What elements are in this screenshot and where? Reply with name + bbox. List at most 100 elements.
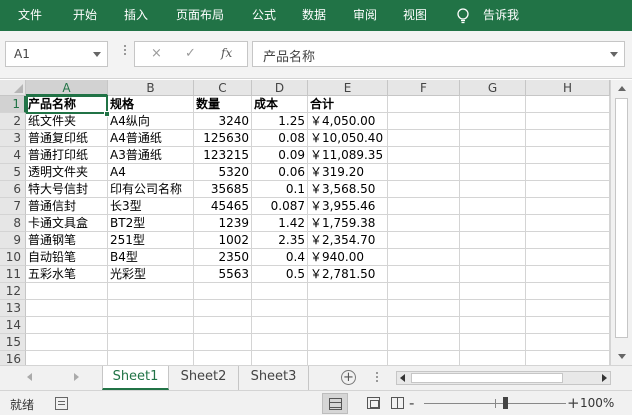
cell-f11[interactable] <box>388 266 460 283</box>
scroll-left-icon[interactable] <box>400 374 405 382</box>
row-header-14[interactable]: 14 <box>0 317 26 334</box>
expand-formula-bar-icon[interactable] <box>610 52 618 57</box>
row-header-6[interactable]: 6 <box>0 181 26 198</box>
cell-g4[interactable] <box>460 147 526 164</box>
cell-h10[interactable] <box>526 249 610 266</box>
cell-d3[interactable]: 0.08 <box>252 130 308 147</box>
cell-d5[interactable]: 0.06 <box>252 164 308 181</box>
cell-c3[interactable]: 125630 <box>194 130 252 147</box>
add-sheet-button[interactable]: + <box>341 370 356 385</box>
name-box[interactable]: A1 <box>5 41 108 67</box>
cell-b2[interactable]: A4纵向 <box>108 113 194 130</box>
page-layout-view-button[interactable] <box>361 393 387 414</box>
cell-g15[interactable] <box>460 334 526 351</box>
drag-handle-icon[interactable] <box>124 45 127 63</box>
cell-h6[interactable] <box>526 181 610 198</box>
row-header-12[interactable]: 12 <box>0 283 26 300</box>
cell-e9[interactable]: ￥2,354.70 <box>308 232 388 249</box>
cell-h8[interactable] <box>526 215 610 232</box>
tab-review[interactable]: 审阅 <box>353 0 377 31</box>
cell-f7[interactable] <box>388 198 460 215</box>
cell-h3[interactable] <box>526 130 610 147</box>
zoom-slider[interactable] <box>424 397 566 409</box>
row-header-2[interactable]: 2 <box>0 113 26 130</box>
tab-home[interactable]: 开始 <box>73 0 97 31</box>
cell-c15[interactable] <box>194 334 252 351</box>
row-header-5[interactable]: 5 <box>0 164 26 181</box>
cell-f9[interactable] <box>388 232 460 249</box>
tab-data[interactable]: 数据 <box>302 0 326 31</box>
cell-a2[interactable]: 纸文件夹 <box>26 113 108 130</box>
worksheet-grid[interactable]: A B C D E F G H 1 产品名称 规格 数量 成本 合计 2 纸文件夹 A4纵向 3240 1.25 ￥4… <box>0 80 610 365</box>
cell-d4[interactable]: 0.09 <box>252 147 308 164</box>
chevron-down-icon[interactable] <box>93 52 101 57</box>
scroll-up-icon[interactable] <box>618 86 626 91</box>
cell-b8[interactable]: BT2型 <box>108 215 194 232</box>
cell-h15[interactable] <box>526 334 610 351</box>
cell-f16[interactable] <box>388 351 460 365</box>
cell-e14[interactable] <box>308 317 388 334</box>
tab-insert[interactable]: 插入 <box>124 0 148 31</box>
cell-c11[interactable]: 5563 <box>194 266 252 283</box>
row-header-13[interactable]: 13 <box>0 300 26 317</box>
column-header-g[interactable]: G <box>460 80 526 96</box>
cell-g14[interactable] <box>460 317 526 334</box>
cell-c6[interactable]: 35685 <box>194 181 252 198</box>
cell-d7[interactable]: 0.087 <box>252 198 308 215</box>
cell-f6[interactable] <box>388 181 460 198</box>
cell-g16[interactable] <box>460 351 526 365</box>
cell-a14[interactable] <box>26 317 108 334</box>
cell-f12[interactable] <box>388 283 460 300</box>
cell-h13[interactable] <box>526 300 610 317</box>
row-header-9[interactable]: 9 <box>0 232 26 249</box>
cell-b3[interactable]: A4普通纸 <box>108 130 194 147</box>
horizontal-scroll-thumb[interactable] <box>411 373 563 383</box>
cell-e12[interactable] <box>308 283 388 300</box>
cell-e4[interactable]: ￥11,089.35 <box>308 147 388 164</box>
cell-e6[interactable]: ￥3,568.50 <box>308 181 388 198</box>
cell-b6[interactable]: 印有公司名称 <box>108 181 194 198</box>
cell-c16[interactable] <box>194 351 252 365</box>
cell-h16[interactable] <box>526 351 610 365</box>
lightbulb-icon[interactable] <box>456 8 470 24</box>
cell-a11[interactable]: 五彩水笔 <box>26 266 108 283</box>
cell-d15[interactable] <box>252 334 308 351</box>
row-header-16[interactable]: 16 <box>0 351 26 365</box>
column-header-b[interactable]: B <box>108 80 194 96</box>
cell-f5[interactable] <box>388 164 460 181</box>
cell-h11[interactable] <box>526 266 610 283</box>
cell-h7[interactable] <box>526 198 610 215</box>
cell-g10[interactable] <box>460 249 526 266</box>
page-break-view-button[interactable] <box>385 393 411 414</box>
cell-d1[interactable]: 成本 <box>252 96 308 113</box>
cell-c13[interactable] <box>194 300 252 317</box>
cell-c12[interactable] <box>194 283 252 300</box>
tab-page-layout[interactable]: 页面布局 <box>176 0 224 31</box>
cancel-icon[interactable]: × <box>151 46 162 61</box>
cell-f1[interactable] <box>388 96 460 113</box>
select-all-button[interactable] <box>0 80 26 96</box>
cell-d12[interactable] <box>252 283 308 300</box>
cell-b4[interactable]: A3普通纸 <box>108 147 194 164</box>
cell-b14[interactable] <box>108 317 194 334</box>
column-header-h[interactable]: H <box>526 80 610 96</box>
enter-icon[interactable]: ✓ <box>185 46 196 61</box>
cell-c14[interactable] <box>194 317 252 334</box>
row-header-3[interactable]: 3 <box>0 130 26 147</box>
cell-g2[interactable] <box>460 113 526 130</box>
cell-g13[interactable] <box>460 300 526 317</box>
cell-h5[interactable] <box>526 164 610 181</box>
cell-f15[interactable] <box>388 334 460 351</box>
cell-d13[interactable] <box>252 300 308 317</box>
cell-a6[interactable]: 特大号信封 <box>26 181 108 198</box>
cell-b12[interactable] <box>108 283 194 300</box>
cell-e16[interactable] <box>308 351 388 365</box>
tell-me-search[interactable]: 告诉我 <box>483 0 519 31</box>
cell-g6[interactable] <box>460 181 526 198</box>
cell-b16[interactable] <box>108 351 194 365</box>
cell-h1[interactable] <box>526 96 610 113</box>
cell-e2[interactable]: ￥4,050.00 <box>308 113 388 130</box>
cell-a1[interactable]: 产品名称 <box>26 96 108 113</box>
cell-g8[interactable] <box>460 215 526 232</box>
cell-c4[interactable]: 123215 <box>194 147 252 164</box>
